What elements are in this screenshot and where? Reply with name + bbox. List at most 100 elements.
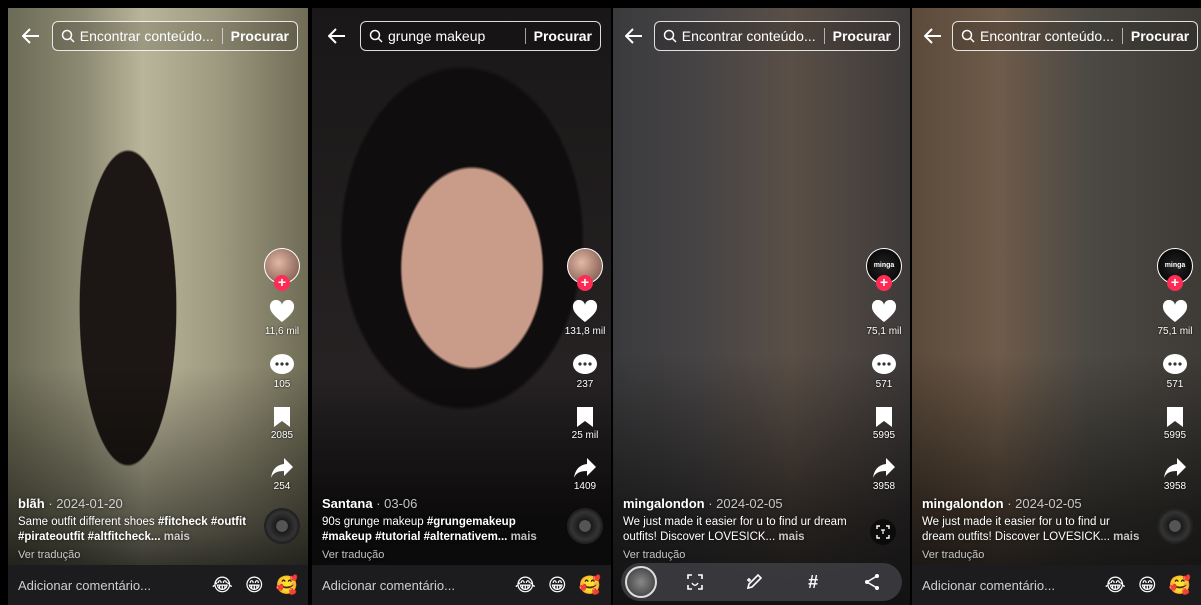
post-date: · 03-06 — [372, 496, 418, 511]
search-button[interactable]: Procurar — [1131, 28, 1189, 44]
creator-avatar[interactable]: minga + — [1157, 248, 1193, 291]
share-button[interactable]: 254 — [270, 457, 294, 492]
back-arrow-icon[interactable] — [324, 23, 350, 49]
search-button[interactable]: Procurar — [833, 28, 891, 44]
scan-icon[interactable] — [870, 519, 896, 545]
translate-link[interactable]: Ver tradução — [322, 549, 553, 561]
emoji-love-icon[interactable]: 🥰 — [579, 575, 601, 596]
translate-link[interactable]: Ver tradução — [18, 549, 250, 561]
save-button[interactable]: 5995 — [873, 406, 895, 441]
comment-input[interactable]: Adicionar comentário... — [922, 578, 1093, 593]
hashtag-link[interactable]: #fitcheck — [158, 516, 208, 528]
hashtag-link[interactable]: #tutorial — [375, 531, 420, 543]
emoji-love-icon[interactable]: 🥰 — [276, 575, 298, 596]
share-icon[interactable] — [861, 571, 883, 593]
thumbnail-avatar[interactable] — [625, 566, 657, 598]
comment-input[interactable]: Adicionar comentário... — [322, 578, 503, 593]
video-panel-4[interactable]: Encontrar conteúdo... Procurar minga + 7… — [912, 8, 1201, 605]
emoji-grin-icon[interactable]: 😁 — [1138, 575, 1157, 596]
more-link[interactable]: mais — [164, 531, 190, 543]
like-button[interactable]: 75,1 mil — [1157, 300, 1193, 337]
video-description[interactable]: We just made it easier for u to find ur … — [922, 515, 1143, 545]
emoji-grin-icon[interactable]: 😁 — [548, 575, 567, 596]
video-caption: blãh · 2024-01-20 Same outfit different … — [18, 496, 250, 561]
bookmark-icon — [577, 407, 593, 427]
comment-count: 105 — [273, 379, 291, 390]
hashtag-link[interactable]: #pirateoutfit — [18, 531, 84, 543]
back-arrow-icon[interactable] — [625, 23, 644, 49]
search-input[interactable]: grunge makeup Procurar — [360, 21, 601, 51]
music-disc-icon[interactable] — [567, 508, 603, 544]
comment-count: 571 — [875, 379, 893, 390]
video-panel-2[interactable]: grunge makeup Procurar + 131,8 mil 237 2… — [312, 8, 611, 605]
video-description[interactable]: 90s grunge makeup #grungemakeup #makeup … — [322, 515, 553, 545]
translate-link[interactable]: Ver tradução — [922, 549, 1143, 561]
comment-button[interactable]: 237 — [572, 353, 598, 390]
like-button[interactable]: 11,6 mil — [265, 300, 299, 337]
translate-link[interactable]: Ver tradução — [623, 549, 852, 561]
share-button[interactable]: 1409 — [573, 457, 597, 492]
hashtag-link[interactable]: #altfitcheck... — [88, 531, 161, 543]
music-disc-icon[interactable] — [264, 508, 300, 544]
search-input[interactable]: Encontrar conteúdo... Procurar — [952, 21, 1199, 51]
more-link[interactable]: mais — [511, 531, 537, 543]
search-input[interactable]: Encontrar conteúdo... Procurar — [51, 21, 298, 51]
share-count: 254 — [273, 481, 291, 492]
hashtag-icon[interactable]: # — [802, 571, 824, 593]
hashtag-link[interactable]: #alternativem... — [424, 531, 508, 543]
emoji-laugh-icon[interactable]: 😂 — [1105, 575, 1126, 596]
comment-icon — [270, 354, 294, 374]
save-button[interactable]: 25 mil — [572, 406, 598, 441]
follow-plus-icon[interactable]: + — [577, 275, 593, 291]
like-count: 75,1 mil — [866, 326, 902, 337]
creator-avatar[interactable]: + — [567, 248, 603, 291]
follow-plus-icon[interactable]: + — [1167, 275, 1183, 291]
creator-avatar[interactable]: + — [264, 248, 300, 291]
emoji-laugh-icon[interactable]: 😂 — [515, 575, 536, 596]
video-panel-3[interactable]: Encontrar conteúdo... Procurar minga + 7… — [613, 8, 910, 605]
search-button[interactable]: Procurar — [534, 28, 592, 44]
hashtag-link[interactable]: #grungemakeup — [427, 516, 516, 528]
creator-username[interactable]: mingalondon · 2024-02-05 — [623, 496, 852, 511]
search-query: Encontrar conteúdo... — [980, 28, 1114, 44]
follow-plus-icon[interactable]: + — [876, 275, 892, 291]
share-button[interactable]: 3958 — [1163, 457, 1187, 492]
comment-icon — [1163, 354, 1187, 374]
hashtag-link[interactable]: #outfit — [211, 516, 246, 528]
comment-input[interactable]: Adicionar comentário... — [18, 578, 200, 593]
creator-avatar[interactable]: minga + — [866, 248, 902, 291]
comment-button[interactable]: 571 — [1162, 353, 1188, 390]
edit-icon[interactable] — [743, 571, 765, 593]
bookmark-icon — [274, 407, 290, 427]
video-panel-1[interactable]: Encontrar conteúdo... Procurar + 11,6 mi… — [8, 8, 308, 605]
save-button[interactable]: 5995 — [1164, 406, 1186, 441]
video-description[interactable]: Same outfit different shoes #fitcheck #o… — [18, 515, 250, 545]
like-button[interactable]: 131,8 mil — [565, 300, 605, 337]
scan-icon[interactable] — [684, 571, 706, 593]
more-link[interactable]: mais — [778, 531, 804, 543]
like-button[interactable]: 75,1 mil — [866, 300, 902, 337]
search-button[interactable]: Procurar — [231, 28, 289, 44]
hashtag-link[interactable]: #makeup — [322, 531, 372, 543]
comment-button[interactable]: 105 — [269, 353, 295, 390]
search-input[interactable]: Encontrar conteúdo... Procurar — [653, 21, 900, 51]
action-column: minga + 75,1 mil 571 5995 3958 — [864, 248, 904, 492]
creator-username[interactable]: blãh · 2024-01-20 — [18, 496, 250, 511]
emoji-grin-icon[interactable]: 😁 — [245, 575, 264, 596]
follow-plus-icon[interactable]: + — [274, 275, 290, 291]
back-arrow-icon[interactable] — [20, 23, 42, 49]
search-icon — [61, 29, 75, 43]
emoji-laugh-icon[interactable]: 😂 — [212, 575, 233, 596]
share-button[interactable]: 3958 — [872, 457, 896, 492]
more-link[interactable]: mais — [1113, 531, 1139, 543]
comment-button[interactable]: 571 — [871, 353, 897, 390]
back-arrow-icon[interactable] — [924, 23, 942, 49]
emoji-love-icon[interactable]: 🥰 — [1169, 575, 1191, 596]
creator-username[interactable]: Santana · 03-06 — [322, 496, 553, 511]
save-button[interactable]: 2085 — [271, 406, 293, 441]
creator-username[interactable]: mingalondon · 2024-02-05 — [922, 496, 1143, 511]
save-count: 5995 — [1163, 430, 1187, 441]
comment-icon — [872, 354, 896, 374]
video-description[interactable]: We just made it easier for u to find ur … — [623, 515, 852, 545]
music-disc-icon[interactable] — [1157, 508, 1193, 544]
